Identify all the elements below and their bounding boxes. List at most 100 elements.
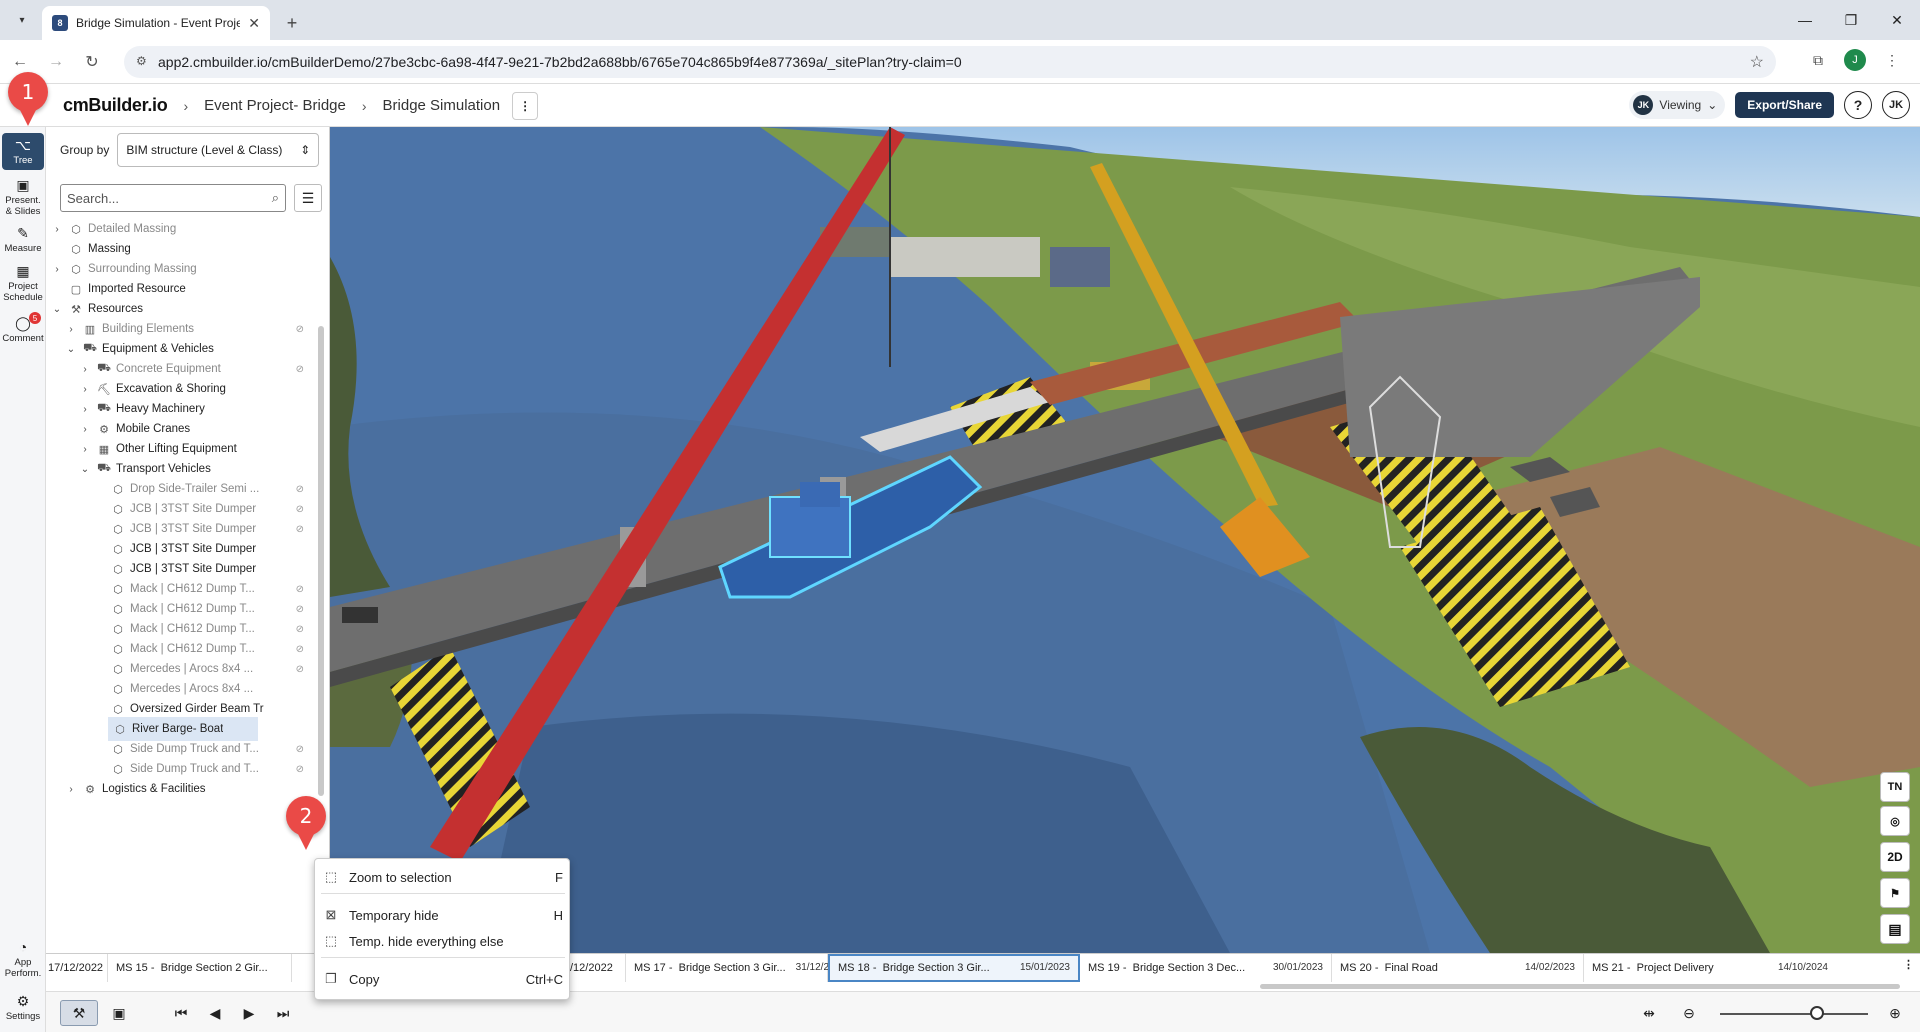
close-tab-icon[interactable]: ✕ <box>248 15 260 32</box>
rail-present[interactable]: ▣ Present. & Slides <box>2 177 44 217</box>
cube-icon: ⬡ <box>113 703 123 716</box>
crane-view-button[interactable]: ⚒ <box>60 1000 98 1026</box>
rail-tree[interactable]: ⌥ Tree <box>2 133 44 170</box>
viewer-avatar: JK <box>1633 95 1654 115</box>
minimize-icon[interactable]: — <box>1782 0 1828 40</box>
visibility-off-icon[interactable]: ⊘ <box>296 604 304 615</box>
app-logo[interactable]: cmBuilder.io <box>63 95 168 116</box>
step-back-icon[interactable]: ◀ <box>196 1000 234 1026</box>
visibility-off-icon[interactable]: ⊘ <box>296 524 304 535</box>
group-by-select[interactable]: BIM structure (Level & Class) ⇕ <box>117 133 320 167</box>
skip-start-icon[interactable]: ⏮ <box>162 1000 200 1026</box>
zoom-in-icon[interactable]: ⊕ <box>1876 1000 1914 1026</box>
milestone-item[interactable]: MS 17 - Bridge Section 3 Gir... 31/12/202… <box>626 953 846 982</box>
massing-icon: ⬡ <box>71 263 81 276</box>
restore-icon[interactable]: ❐ <box>1828 0 1874 40</box>
chevron-right-icon[interactable]: › <box>64 324 78 335</box>
visibility-off-icon[interactable]: ⊘ <box>296 324 304 335</box>
mixer-icon: ⛟ <box>97 362 111 374</box>
browser-menu-icon[interactable]: ⋮ <box>1878 46 1906 74</box>
close-window-icon[interactable]: ✕ <box>1874 0 1920 40</box>
breadcrumb-simulation[interactable]: Bridge Simulation <box>383 97 501 114</box>
help-button[interactable]: ? <box>1844 91 1872 119</box>
chevron-right-icon[interactable]: › <box>78 404 92 415</box>
menu-item-temporary-hide[interactable]: ⊠ Temporary hide H <box>315 903 571 927</box>
site-info-icon[interactable]: ⚙ <box>136 54 147 68</box>
zoom-slider-track[interactable] <box>1720 1013 1868 1015</box>
visibility-off-icon[interactable]: ⊘ <box>296 764 304 775</box>
2d-toggle-button[interactable]: 2D <box>1880 842 1910 872</box>
visibility-off-icon[interactable]: ⊘ <box>296 664 304 675</box>
milestone-item[interactable]: 17/12/2022 <box>46 953 108 982</box>
chevron-down-icon[interactable]: ⌄ <box>50 304 64 315</box>
search-input[interactable]: Search... ⌕ <box>60 184 286 212</box>
play-icon[interactable]: ▶ <box>230 1000 268 1026</box>
breadcrumb-project[interactable]: Event Project- Bridge <box>204 97 346 114</box>
milestone-item[interactable]: MS 20 - Final Road 14/02/2023 <box>1332 953 1584 982</box>
export-share-button[interactable]: Export/Share <box>1735 92 1834 118</box>
menu-item-copy[interactable]: ❐ Copy Ctrl+C <box>315 967 571 991</box>
viewing-dropdown[interactable]: JK Viewing ⌄ <box>1629 91 1726 119</box>
menu-divider <box>321 893 565 894</box>
chevron-down-icon[interactable]: ⌄ <box>78 464 92 475</box>
chevron-right-icon[interactable]: › <box>78 384 92 395</box>
chevron-right-icon[interactable]: › <box>78 424 92 435</box>
visibility-off-icon[interactable]: ⊘ <box>296 504 304 515</box>
chevron-right-icon[interactable]: › <box>64 784 78 795</box>
visibility-off-icon[interactable]: ⊘ <box>296 484 304 495</box>
timeline-scrollbar[interactable] <box>1260 984 1900 989</box>
visibility-off-icon[interactable]: ⊘ <box>296 644 304 655</box>
tree-item[interactable]: › ⚙ Logistics & Facilities <box>46 777 316 801</box>
fit-width-icon[interactable]: ⇹ <box>1630 1000 1668 1026</box>
zoom-out-icon[interactable]: ⊖ <box>1670 1000 1708 1026</box>
extensions-icon[interactable]: ⧉ <box>1804 46 1832 74</box>
url-field[interactable]: ⚙ app2.cmbuilder.io/cmBuilderDemo/27be3c… <box>124 46 1776 78</box>
tab-search-icon[interactable]: ▾ <box>8 6 36 34</box>
new-tab-icon[interactable]: + <box>278 9 306 37</box>
reload-icon[interactable]: ↻ <box>76 46 108 78</box>
milestone-item[interactable]: /12/2022 <box>562 953 626 982</box>
rail-settings[interactable]: ⚙ Settings <box>2 993 44 1022</box>
chevron-right-icon[interactable]: › <box>78 364 92 375</box>
cube-icon: ⬡ <box>113 503 123 516</box>
visibility-off-icon[interactable]: ⊘ <box>296 584 304 595</box>
group-by-control: Group by BIM structure (Level & Class) ⇕ <box>60 133 320 167</box>
slides-view-button[interactable]: ▣ <box>100 1000 138 1026</box>
project-menu-button[interactable]: ⋮ <box>512 91 539 120</box>
zoom-slider-handle[interactable] <box>1810 1006 1824 1020</box>
menu-item-hide-everything-else[interactable]: ⬚ Temp. hide everything else <box>315 929 571 953</box>
rail-schedule[interactable]: ▦ Project Schedule <box>2 263 44 303</box>
timeline-menu-icon[interactable]: ⋮ <box>1903 958 1914 971</box>
profile-avatar[interactable]: J <box>1844 49 1866 71</box>
milestone-item[interactable]: MS 15 - Bridge Section 2 Gir... <box>108 953 292 982</box>
callout-2: 2 <box>286 796 326 850</box>
crane-tool-icon[interactable]: ⚑ <box>1880 878 1910 908</box>
chevron-right-icon[interactable]: › <box>50 264 64 275</box>
callout-1: 1 <box>8 72 48 126</box>
milestone-item[interactable]: MS 19 - Bridge Section 3 Dec... 30/01/202… <box>1080 953 1332 982</box>
chevron-right-icon[interactable]: › <box>50 224 64 235</box>
layers-icon[interactable]: ◎ <box>1880 806 1910 836</box>
milestone-item[interactable]: MS 21 - Project Delivery 14/10/2024 <box>1584 954 1836 982</box>
cube-icon: ⬡ <box>113 643 123 656</box>
forward-icon[interactable]: → <box>40 46 72 78</box>
rail-measure[interactable]: ✎ Measure <box>2 225 44 254</box>
rail-performance[interactable]: ◔ App Perform. <box>2 939 44 979</box>
menu-item-zoom-to-selection[interactable]: ⬚ Zoom to selection F <box>315 865 571 889</box>
3d-viewport[interactable] <box>330 127 1920 953</box>
milestone-item-current[interactable]: MS 18 - Bridge Section 3 Gir... 15/01/202… <box>828 953 1080 982</box>
browser-tab[interactable]: 8 Bridge Simulation - Event Proje ✕ <box>42 6 270 40</box>
filter-list-button[interactable]: ☰ <box>294 184 322 212</box>
color-legend-icon[interactable]: ▤ <box>1880 914 1910 944</box>
skip-end-icon[interactable]: ⏭ <box>264 1000 302 1026</box>
chevron-right-icon[interactable]: › <box>78 444 92 455</box>
tree-scrollbar[interactable] <box>318 326 324 796</box>
visibility-off-icon[interactable]: ⊘ <box>296 364 304 375</box>
rail-comment[interactable]: ◯ 5 Comment <box>2 312 44 344</box>
visibility-off-icon[interactable]: ⊘ <box>296 744 304 755</box>
user-avatar[interactable]: JK <box>1882 91 1910 119</box>
true-north-button[interactable]: TN <box>1880 772 1910 802</box>
visibility-off-icon[interactable]: ⊘ <box>296 624 304 635</box>
bookmark-star-icon[interactable]: ☆ <box>1750 52 1764 72</box>
chevron-down-icon[interactable]: ⌄ <box>64 344 78 355</box>
